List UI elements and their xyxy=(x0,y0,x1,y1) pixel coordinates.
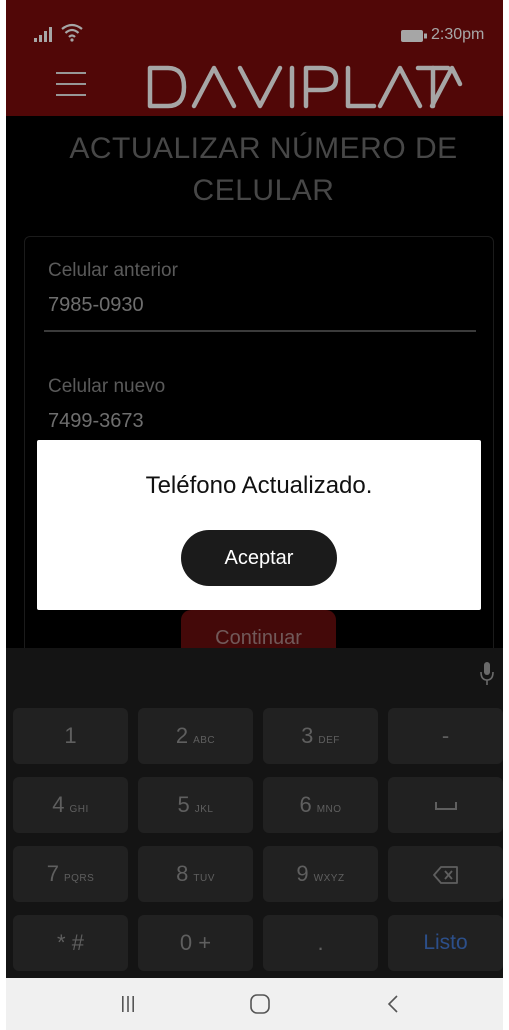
key-backspace[interactable] xyxy=(388,846,503,902)
key-6-label: 6 xyxy=(299,792,312,817)
backspace-icon xyxy=(432,866,458,885)
dialog-message: Teléfono Actualizado. xyxy=(145,472,373,499)
key-2-letters: ABC xyxy=(193,735,216,746)
key-4-label: 4 xyxy=(52,792,65,817)
key-dot[interactable]: . xyxy=(263,915,378,971)
app-screen: 2:30pm ACTUALIZAR NÚMERO DE CELULAR Celu… xyxy=(6,0,503,1030)
key-dash[interactable]: - xyxy=(388,708,503,764)
key-4[interactable]: 4 GHI xyxy=(13,777,128,833)
key-9-letters: WXYZ xyxy=(313,873,345,884)
key-1[interactable]: 1 xyxy=(13,708,128,764)
microphone-icon[interactable] xyxy=(480,662,494,686)
key-0-label: 0 + xyxy=(179,930,212,955)
key-8[interactable]: 8 TUV xyxy=(138,846,253,902)
done-key-label: Listo xyxy=(423,931,468,954)
key-9[interactable]: 9 WXYZ xyxy=(263,846,378,902)
numeric-keyboard: 1 2 ABC 3 DEF - 4 GHI 5 JKL 6 MNO 7 PQRS 8 TUV … xyxy=(6,648,503,978)
key-5[interactable]: 5 JKL xyxy=(138,777,253,833)
key-dot-label: . xyxy=(317,930,324,955)
key-0[interactable]: 0 + xyxy=(138,915,253,971)
recent-apps-icon[interactable] xyxy=(120,992,136,1016)
accept-button[interactable]: Aceptar xyxy=(181,530,337,586)
key-2-label: 2 xyxy=(175,723,189,748)
key-7-label: 7 xyxy=(46,861,59,886)
key-6[interactable]: 6 MNO xyxy=(263,777,378,833)
key-star-hash-label: * # xyxy=(57,930,84,955)
key-2[interactable]: 2 ABC xyxy=(138,708,253,764)
key-space[interactable] xyxy=(388,777,503,833)
key-7-letters: PQRS xyxy=(63,873,95,884)
key-8-letters: TUV xyxy=(193,873,215,884)
key-1-label: 1 xyxy=(64,723,77,748)
key-3[interactable]: 3 DEF xyxy=(263,708,378,764)
key-9-label: 9 xyxy=(296,861,309,886)
key-7[interactable]: 7 PQRS xyxy=(13,846,128,902)
key-5-letters: JKL xyxy=(194,804,214,815)
confirmation-dialog: Teléfono Actualizado. Aceptar xyxy=(37,440,481,610)
space-icon xyxy=(434,802,457,811)
key-3-label: 3 xyxy=(301,723,314,748)
done-key[interactable]: Listo xyxy=(388,915,503,971)
back-icon[interactable] xyxy=(386,992,400,1016)
system-nav-bar xyxy=(6,978,503,1030)
key-dash-label: - xyxy=(441,723,450,748)
key-5-label: 5 xyxy=(177,792,190,817)
key-3-letters: DEF xyxy=(318,735,340,746)
key-star-hash[interactable]: * # xyxy=(13,915,128,971)
key-4-letters: GHI xyxy=(69,804,89,815)
key-6-letters: MNO xyxy=(316,804,342,815)
home-icon[interactable] xyxy=(249,992,271,1016)
key-8-label: 8 xyxy=(176,861,189,886)
